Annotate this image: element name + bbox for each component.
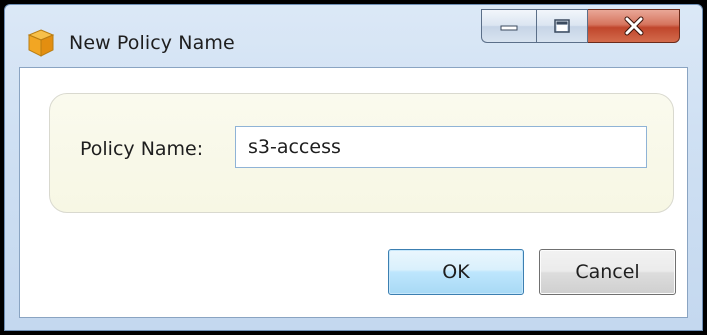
- caption-buttons: [481, 9, 680, 45]
- close-button[interactable]: [588, 9, 680, 43]
- maximize-button[interactable]: [536, 9, 588, 43]
- ok-button[interactable]: OK: [388, 249, 524, 295]
- policy-name-input[interactable]: [235, 126, 647, 168]
- minimize-button[interactable]: [481, 9, 536, 43]
- window-title: New Policy Name: [69, 32, 235, 54]
- minimize-icon: [499, 20, 519, 32]
- title-bar[interactable]: New Policy Name: [5, 5, 702, 75]
- policy-name-label: Policy Name:: [80, 138, 204, 160]
- dialog-window: New Policy Name Policy Name: s3-access O…: [0, 0, 707, 335]
- window-frame: New Policy Name Policy Name: s3-access O…: [4, 4, 703, 331]
- maximize-icon: [552, 17, 572, 35]
- close-icon: [623, 16, 645, 36]
- cancel-button[interactable]: Cancel: [539, 249, 676, 295]
- box-icon: [27, 28, 55, 58]
- policy-name-panel: Policy Name:: [49, 93, 674, 213]
- dialog-content: Policy Name: OK Cancel: [19, 67, 688, 318]
